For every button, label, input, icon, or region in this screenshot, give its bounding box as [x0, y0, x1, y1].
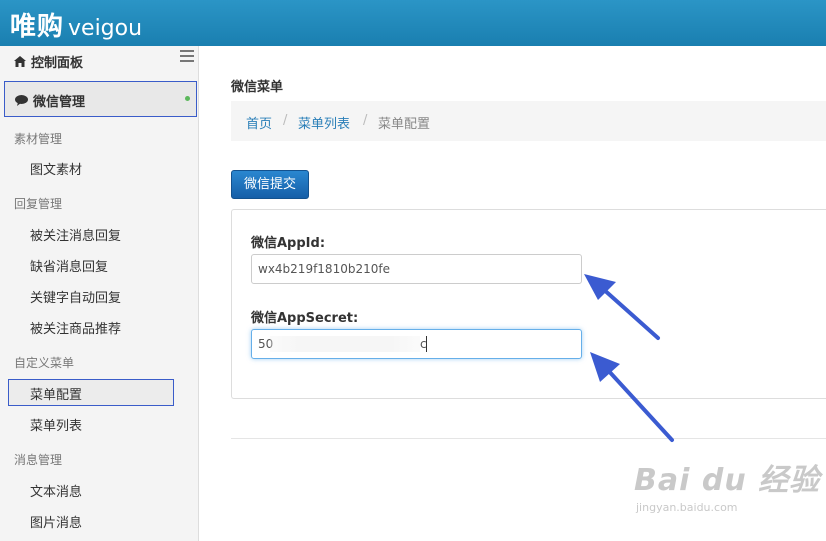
menu-toggle-icon[interactable] — [180, 50, 194, 62]
status-dot — [185, 96, 190, 101]
sidebar-item-label: 控制面板 — [31, 56, 84, 71]
divider — [231, 438, 826, 439]
watermark-logo: Bai du 经验 — [634, 463, 821, 498]
sidebar-item-label: 菜单配置 — [30, 388, 83, 403]
sidebar-item-dashboard[interactable]: 控制面板 — [0, 46, 199, 74]
sidebar-item-menu-config[interactable]: 菜单配置 — [8, 379, 174, 406]
home-icon — [14, 56, 26, 67]
breadcrumb-menu-list[interactable]: 菜单列表 — [298, 113, 350, 132]
comment-icon — [15, 95, 28, 106]
appsecret-input[interactable]: 50 c — [251, 329, 582, 359]
sidebar-item-wechat-manage[interactable]: 微信管理 — [4, 81, 197, 117]
sidebar-item-keyword-reply[interactable]: 关键字自动回复 — [30, 287, 121, 306]
sidebar-group-title: 回复管理 — [14, 197, 63, 211]
sidebar-item-product-recommend[interactable]: 被关注商品推荐 — [30, 318, 121, 337]
sidebar-item-image-message[interactable]: 图片消息 — [30, 512, 82, 531]
appid-label: 微信AppId: — [251, 236, 326, 251]
breadcrumb-separator: / — [363, 113, 368, 128]
breadcrumb: 首页 / 菜单列表 / 菜单配置 — [231, 101, 826, 141]
redaction-blur — [270, 336, 420, 352]
appid-input[interactable]: wx4b219f1810b210fe — [251, 254, 582, 284]
sidebar-group-title: 自定义菜单 — [14, 356, 75, 370]
page-title: 微信菜单 — [231, 80, 284, 95]
sidebar-item-follow-reply[interactable]: 被关注消息回复 — [30, 225, 121, 244]
wechat-submit-button[interactable]: 微信提交 — [231, 170, 309, 199]
top-navbar: 唯购 veigou — [0, 0, 826, 46]
appsecret-label: 微信AppSecret: — [251, 311, 359, 326]
breadcrumb-separator: / — [283, 113, 288, 128]
breadcrumb-home[interactable]: 首页 — [246, 113, 272, 132]
brand-logo[interactable]: 唯购 veigou — [10, 6, 142, 43]
sidebar-item-label: 微信管理 — [33, 95, 86, 110]
sidebar-group-title: 消息管理 — [14, 453, 63, 467]
sidebar-item-news-material[interactable]: 图文素材 — [30, 159, 82, 178]
sidebar-item-default-reply[interactable]: 缺省消息回复 — [30, 256, 108, 275]
watermark-url: jingyan.baidu.com — [636, 501, 738, 514]
baidu-watermark: Bai du 经验 jingyan.baidu.com — [634, 455, 820, 514]
sidebar-item-text-message[interactable]: 文本消息 — [30, 481, 82, 500]
sidebar-group-title: 素材管理 — [14, 132, 63, 146]
arrow-annotation-icon — [584, 274, 660, 340]
sidebar-item-menu-list[interactable]: 菜单列表 — [30, 415, 82, 434]
breadcrumb-current: 菜单配置 — [378, 117, 431, 132]
brand-name-en: veigou — [68, 16, 143, 41]
sidebar: 控制面板 微信管理 素材管理 图文素材 回复管理 被关注消息回复 缺省消息回复 … — [0, 46, 199, 541]
config-panel: 微信AppId: wx4b219f1810b210fe 微信AppSecret:… — [231, 209, 826, 399]
text-cursor — [426, 336, 427, 352]
brand-name-cn: 唯购 — [10, 12, 65, 42]
arrow-annotation-icon — [590, 352, 674, 442]
